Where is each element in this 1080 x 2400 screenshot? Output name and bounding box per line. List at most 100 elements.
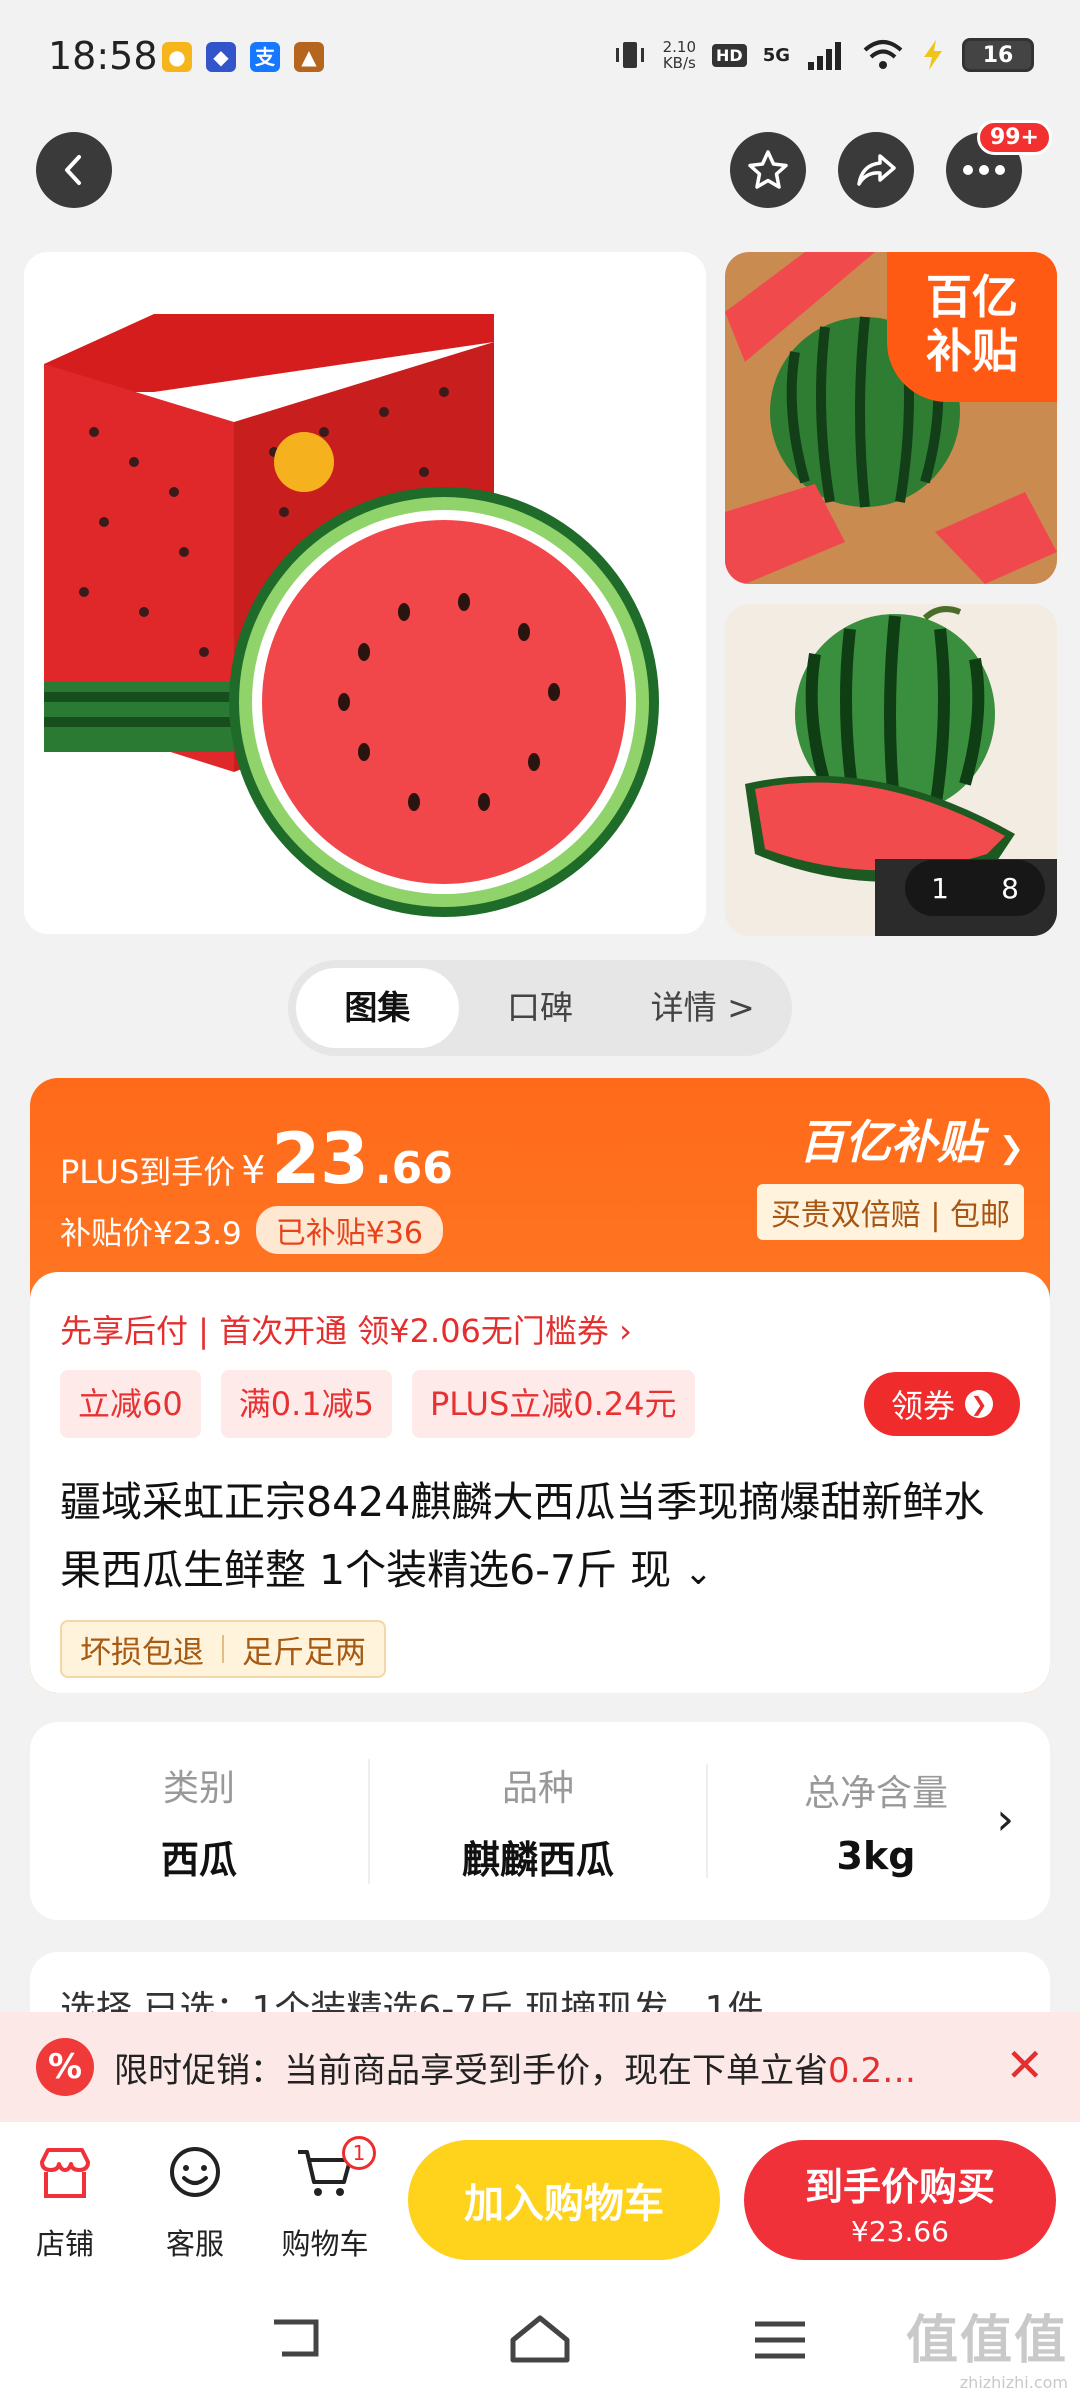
- thumbnail-image-1[interactable]: 百亿 补贴: [725, 252, 1057, 584]
- net-speed-value: 2.10: [662, 38, 697, 56]
- watermark-url: zhizhizhi.com: [959, 2373, 1068, 2392]
- net-speed-unit: KB/s: [662, 54, 696, 72]
- system-menu-icon[interactable]: [745, 2310, 815, 2370]
- limited-promo-banner[interactable]: % 限时促销：当前商品享受到手价，现在下单立省0.2… ✕: [0, 2012, 1080, 2122]
- add-to-cart-button[interactable]: 加入购物车: [408, 2140, 720, 2260]
- cart-button[interactable]: 1 购物车: [270, 2136, 380, 2263]
- buy-label: 到手价购买: [804, 2165, 995, 2209]
- more-button[interactable]: 99+: [946, 120, 1052, 208]
- brand-title: 百亿补贴 ❯: [757, 1106, 1024, 1172]
- page-current: 1: [931, 871, 949, 905]
- charging-icon: [924, 40, 942, 70]
- spec-label: 类别: [162, 1767, 235, 1809]
- subsidy-tag-line1: 百亿: [926, 270, 1018, 324]
- promo-message: 限时促销：当前商品享受到手价，现在下单立省: [114, 2050, 828, 2091]
- subsidy-price-label: 补贴价¥23.9: [60, 1215, 242, 1252]
- coupon-list: 立减60 满0.1减5 PLUS立减0.24元: [60, 1370, 695, 1438]
- share-icon: [857, 154, 896, 186]
- close-icon[interactable]: ✕: [1005, 2038, 1044, 2092]
- subsidy-corner-tag: 百亿 补贴: [887, 252, 1057, 402]
- chevron-right-circle-icon: ❯: [998, 1131, 1024, 1166]
- cart-count-badge: 1: [342, 2136, 376, 2170]
- game-app-icon: ▲: [294, 42, 324, 72]
- spec-value: 麒麟西瓜: [461, 1837, 614, 1882]
- subsidy-tag-line2: 补贴: [926, 324, 1018, 378]
- plus-price-row: PLUS到手价 ¥ 23 .66: [60, 1118, 453, 1200]
- store-label: 店铺: [35, 2227, 94, 2261]
- system-home-icon[interactable]: [505, 2310, 575, 2370]
- net-speed: 2.10 KB/s: [663, 39, 696, 71]
- coupon-chip[interactable]: 满0.1减5: [220, 1370, 392, 1438]
- store-button[interactable]: 店铺: [10, 2142, 120, 2263]
- chevron-right-icon: ❯: [965, 1390, 993, 1418]
- section-tabs: 图集 口碑 详情 >: [288, 960, 792, 1056]
- system-back-icon[interactable]: [264, 2310, 334, 2370]
- product-info-panel: 先享后付 | 首次开通 领¥2.06无门槛券 › 立减60 满0.1减5 PLU…: [30, 1272, 1050, 1693]
- site-watermark: 值值值 zhizhizhi.com: [906, 2298, 1068, 2392]
- hd-badge: HD: [712, 43, 747, 67]
- plus-price-label: PLUS到手价: [60, 1153, 236, 1191]
- service-tags[interactable]: 坏损包退 足斤足两: [60, 1620, 386, 1678]
- price-card: PLUS到手价 ¥ 23 .66 补贴价¥23.9 已补贴¥36 百亿补贴 ❯ …: [30, 1078, 1050, 1693]
- tieba-app-icon: ◆: [206, 42, 236, 72]
- subsidy-price-row: 补贴价¥23.9 已补贴¥36: [60, 1206, 453, 1254]
- image-page-counter: 1 8: [905, 860, 1045, 916]
- watermark-logo: 值值值: [905, 2311, 1068, 2371]
- status-indicators: 2.10 KB/s HD 5G 16: [613, 38, 1034, 72]
- swan-app-icon: ●: [162, 42, 192, 72]
- wifi-icon: [863, 40, 903, 69]
- more-icon: [963, 165, 1005, 175]
- spec-category: 类别 西瓜: [30, 1759, 368, 1884]
- coupon-chip[interactable]: PLUS立减0.24元: [412, 1370, 695, 1438]
- brand-guarantee: 买贵双倍赔 | 包邮: [756, 1184, 1024, 1240]
- promo-text: 限时促销：当前商品享受到手价，现在下单立省0.2…: [114, 2043, 944, 2092]
- get-coupon-label: 领券: [890, 1387, 955, 1425]
- star-icon: [748, 150, 788, 189]
- spec-value: 西瓜: [160, 1837, 237, 1882]
- service-label: 客服: [165, 2227, 224, 2261]
- get-coupon-button[interactable]: 领券 ❯: [864, 1372, 1020, 1436]
- back-button[interactable]: [36, 132, 112, 208]
- tab-gallery[interactable]: 图集: [296, 968, 459, 1048]
- customer-service-button[interactable]: 客服: [140, 2142, 250, 2263]
- currency-symbol: ¥: [241, 1148, 266, 1192]
- price-decimal: .66: [374, 1143, 453, 1194]
- network-type: 5G: [762, 44, 790, 66]
- alipay-app-icon: 支: [250, 42, 280, 72]
- share-button[interactable]: [838, 132, 914, 208]
- favorite-button[interactable]: [730, 132, 806, 208]
- promo-saving: 0.2…: [828, 2050, 917, 2091]
- pay-later-promo[interactable]: 先享后付 | 首次开通 领¥2.06无门槛券 ›: [60, 1306, 632, 1352]
- chevron-right-icon[interactable]: ›: [996, 1794, 1014, 1845]
- tab-details[interactable]: 详情 >: [621, 968, 784, 1048]
- chat-smile-icon: [170, 2147, 220, 2197]
- page-total: 8: [1001, 871, 1019, 905]
- expand-chevron-icon[interactable]: ⌄: [684, 1553, 713, 1593]
- service-tag: 足斤足两: [242, 1634, 366, 1671]
- spec-label: 品种: [501, 1767, 574, 1809]
- battery-indicator: 16: [962, 38, 1034, 72]
- buy-price: ¥23.66: [851, 2215, 949, 2248]
- bottom-action-bar: 店铺 客服 1 购物车 加入购物车 到手价购买 ¥23.66: [0, 2122, 1080, 2286]
- status-bar: 18:58 ● ◆ 支 ▲ 2.10 KB/s HD 5G 16: [0, 0, 1080, 120]
- spec-label: 总净含量: [803, 1773, 948, 1814]
- main-product-image[interactable]: [24, 252, 706, 934]
- spec-value: 3kg: [836, 1834, 916, 1878]
- store-icon: [40, 2148, 90, 2198]
- subsidized-badge: 已补贴¥36: [255, 1206, 444, 1254]
- thumbnail-image-2[interactable]: 1 8: [725, 604, 1057, 936]
- coupon-chip[interactable]: 立减60: [60, 1370, 201, 1438]
- notification-badge: 99+: [976, 120, 1052, 155]
- tab-reviews[interactable]: 口碑: [459, 968, 622, 1048]
- billion-subsidy-brand[interactable]: 百亿补贴 ❯ 买贵双倍赔 | 包邮: [756, 1106, 1024, 1240]
- product-title[interactable]: 疆域采虹正宗8424麒麟大西瓜当季现摘爆甜新鲜水果西瓜生鲜整 1个装精选6-7斤…: [60, 1468, 1020, 1607]
- buy-now-button[interactable]: 到手价购买 ¥23.66: [744, 2140, 1056, 2260]
- service-tag: 坏损包退: [80, 1634, 204, 1671]
- status-time: 18:58: [48, 34, 158, 78]
- spec-card[interactable]: 类别 西瓜 品种 麒麟西瓜 总净含量 3kg ›: [30, 1722, 1050, 1920]
- system-navigation-bar: 值值值 zhizhizhi.com: [0, 2286, 1080, 2400]
- watermelon-box-illustration: [24, 252, 706, 934]
- price-block: PLUS到手价 ¥ 23 .66 补贴价¥23.9 已补贴¥36: [60, 1118, 453, 1254]
- chevron-left-icon: [65, 155, 81, 185]
- vibrate-icon: [615, 42, 644, 68]
